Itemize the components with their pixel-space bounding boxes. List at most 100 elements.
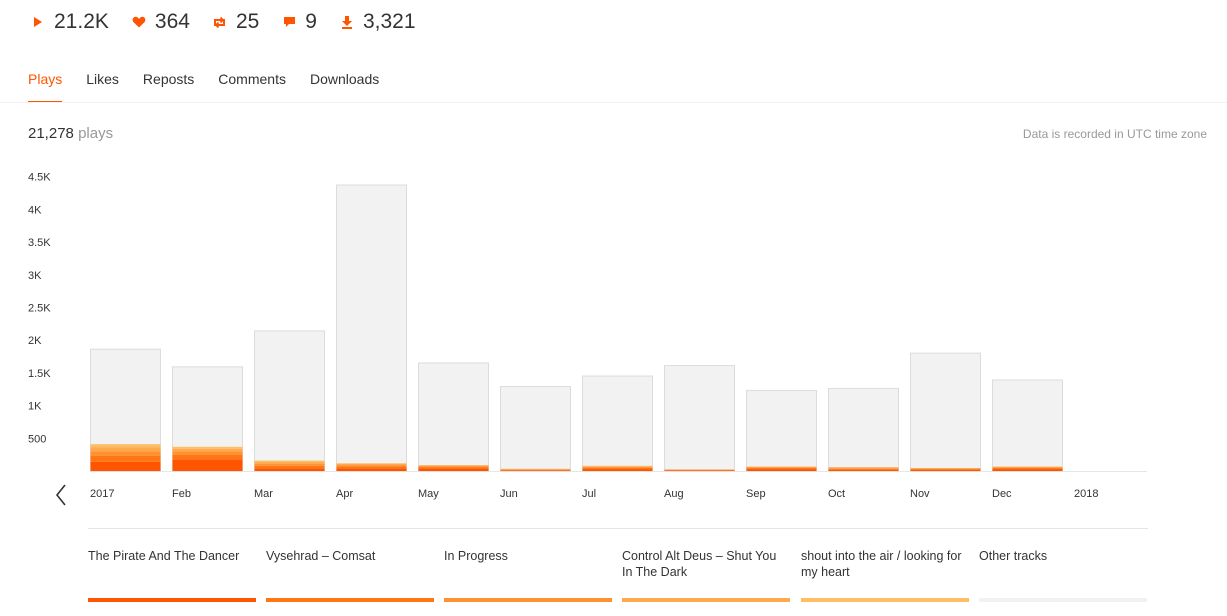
legend-divider: [88, 528, 1148, 529]
bar-segment-sep-track-2: [746, 468, 817, 470]
bar-segment-jul-track-1: [582, 469, 653, 471]
x-tick-label: 2017: [90, 488, 114, 500]
stats-bar: 21.2K 364 25 9 3,321: [30, 8, 438, 36]
y-tick-label: 1.5K: [28, 368, 51, 380]
bar-segment-nov-track-3: [910, 468, 981, 470]
bar-segment-mar-track-4: [254, 461, 325, 464]
bar-total-dec: [992, 379, 1063, 472]
legend-item-track-4[interactable]: Control Alt Deus – Shut You In The Dark: [622, 548, 790, 604]
plays-chart: 500 1K 1.5K 2K 2.5K 3K 3.5K 4K 4.5K 2017 Feb Mar Apr…: [28, 172, 1147, 500]
y-tick-label: 500: [28, 433, 46, 445]
tab-reposts[interactable]: Reposts: [143, 60, 194, 103]
bar-total-aug: [664, 365, 735, 472]
bar-total-oct: [828, 387, 899, 472]
bar-segment-sep-track-4: [746, 466, 817, 468]
bar-segment-oct-track-3: [828, 468, 899, 469]
legend-color-bar: [622, 598, 790, 602]
bar-total-nov: [910, 352, 981, 472]
reposts-stat: 25: [212, 10, 259, 34]
y-tick-label: 1K: [28, 401, 42, 413]
total-plays-unit: plays: [78, 125, 114, 142]
y-tick-label: 3.5K: [28, 237, 51, 249]
bar-total-jul: [582, 375, 653, 472]
legend-color-bar: [266, 598, 434, 602]
x-tick-label: Apr: [336, 488, 353, 500]
tab-downloads[interactable]: Downloads: [310, 60, 379, 103]
bar-segment-mar-track-5: [254, 460, 325, 462]
bar-segment-mar-track-2: [254, 465, 325, 469]
bar-segment-apr-track-5: [336, 463, 407, 464]
tab-likes[interactable]: Likes: [86, 60, 119, 103]
bar-segment-mar-track-3: [254, 463, 325, 466]
stats-tabs: Plays Likes Reposts Comments Downloads: [28, 60, 403, 103]
bar-segment-2017-track-2: [90, 455, 161, 462]
repost-icon: [212, 14, 228, 30]
legend-item-label: The Pirate And The Dancer: [88, 549, 240, 563]
legend-item-label: In Progress: [444, 549, 508, 563]
downloads-stat: 3,321: [339, 10, 416, 34]
total-plays-count: 21,278: [28, 125, 74, 142]
bar-segment-apr-track-2: [336, 466, 407, 469]
bar-segment-2017-track-4: [90, 447, 161, 452]
x-tick-label: Feb: [172, 488, 191, 500]
total-plays: 21,278 plays: [28, 125, 113, 142]
likes-stat: 364: [131, 10, 190, 34]
previous-period-button[interactable]: [52, 482, 72, 508]
bar-segment-dec-track-1: [992, 469, 1063, 471]
bar-segment-feb-track-1: [172, 459, 243, 471]
x-tick-label: Oct: [828, 488, 845, 500]
bar-segment-nov-track-1: [910, 469, 981, 471]
bar-segment-apr-track-4: [336, 463, 407, 466]
y-tick-label: 4K: [28, 204, 42, 216]
plays-count: 21.2K: [54, 10, 109, 33]
bar-segment-jul-track-4: [582, 466, 653, 467]
legend-item-track-5[interactable]: shout into the air / looking for my hear…: [801, 548, 969, 604]
play-icon: [30, 14, 46, 30]
comment-icon: [281, 14, 297, 30]
comments-stat: 9: [281, 10, 317, 34]
bar-segment-dec-track-2: [992, 468, 1063, 470]
x-tick-label: Jul: [582, 488, 596, 500]
bar-segment-sep-track-1: [746, 469, 817, 471]
bar-segment-oct-track-1: [828, 469, 899, 471]
bar-total-apr: [336, 184, 407, 472]
legend-item-label: shout into the air / looking for my hear…: [801, 549, 962, 579]
bar-segment-apr-track-3: [336, 465, 407, 467]
bar-segment-2017-track-1: [90, 461, 161, 471]
bar-segment-jul-track-2: [582, 467, 653, 470]
bar-segment-feb-track-2: [172, 454, 243, 460]
legend-item-track-3[interactable]: In Progress: [444, 548, 612, 604]
x-tick-label: Dec: [992, 488, 1012, 500]
tab-comments[interactable]: Comments: [218, 60, 286, 103]
x-tick-label: 2018: [1074, 488, 1098, 500]
bar-segment-feb-track-4: [172, 448, 243, 452]
bar-segment-may-track-3: [418, 466, 489, 468]
heart-icon: [131, 14, 147, 30]
bar-segment-aug-track-1: [664, 470, 735, 471]
x-tick-label: Jun: [500, 488, 518, 500]
legend-color-bar: [88, 598, 256, 602]
bar-total-sep: [746, 389, 817, 472]
bar-segment-oct-track-2: [828, 468, 899, 470]
bar-segment-jun-track-2: [500, 469, 571, 471]
bar-segment-mar-track-1: [254, 468, 325, 471]
bar-segment-dec-track-4: [992, 466, 1063, 468]
legend-item-track-2[interactable]: Vysehrad – Comsat: [266, 548, 434, 604]
bar-segment-feb-track-5: [172, 446, 243, 449]
legend-item-other-tracks[interactable]: Other tracks: [979, 548, 1147, 604]
legend-item-label: Vysehrad – Comsat: [266, 549, 376, 563]
bar-segment-may-track-2: [418, 467, 489, 469]
bar-segment-apr-track-1: [336, 468, 407, 471]
bar-total-may: [418, 362, 489, 472]
timezone-note: Data is recorded in UTC time zone: [1022, 127, 1207, 141]
tab-plays[interactable]: Plays: [28, 60, 63, 103]
bar-segment-oct-track-4: [828, 467, 899, 469]
legend-color-bar: [801, 598, 969, 602]
track-legend: The Pirate And The Dancer Vysehrad – Com…: [88, 548, 1150, 608]
bar-segment-nov-track-2: [910, 469, 981, 470]
reposts-count: 25: [235, 10, 260, 33]
comments-count: 9: [305, 10, 317, 33]
legend-item-track-1[interactable]: The Pirate And The Dancer: [88, 548, 256, 604]
bar-segment-jul-track-3: [582, 466, 653, 468]
y-tick-label: 4.5K: [28, 172, 51, 184]
